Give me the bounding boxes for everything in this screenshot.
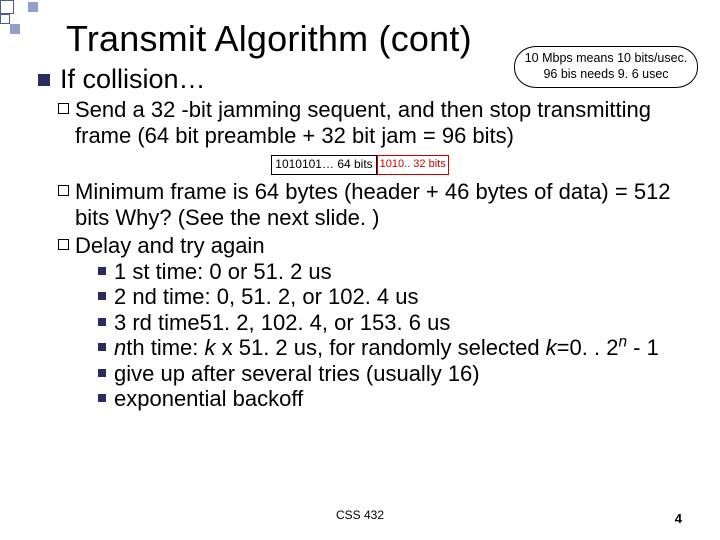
small-bullet-icon: [98, 292, 106, 300]
lead-word: Minimum: [75, 179, 164, 204]
exp-n: n: [618, 334, 627, 351]
bullet-level2-minimum: Minimum frame is 64 bytes (header + 46 b…: [58, 179, 682, 231]
small-bullet-icon: [98, 318, 106, 326]
var-n: n: [114, 335, 126, 360]
callout-line1: 10 Mbps means 10 bits/usec.: [515, 51, 697, 67]
bullet-level3: nth time: k x 51. 2 us, for randomly sel…: [98, 335, 682, 361]
open-bullet-icon: [58, 185, 69, 196]
bullet-level3: 3 rd time51. 2, 102. 4, or 153. 6 us: [98, 310, 682, 336]
small-bullet-icon: [98, 369, 106, 377]
lvl2-text: Minimum frame is 64 bytes (header + 46 b…: [75, 179, 682, 231]
open-bullet-icon: [58, 103, 69, 114]
bullet-level3: 2 nd time: 0, 51. 2, or 102. 4 us: [98, 284, 682, 310]
bullet-level3: exponential backoff: [98, 386, 682, 412]
footer-text: CSS 432: [0, 508, 720, 522]
bullet-level3: give up after several tries (usually 16): [98, 361, 682, 387]
jam-box: 1010.. 32 bits: [377, 155, 449, 175]
small-bullet-icon: [98, 394, 106, 402]
delay-2: 2 nd time: 0, 51. 2, or 102. 4 us: [114, 284, 419, 310]
delay-1: 1 st time: 0 or 51. 2 us: [114, 259, 332, 285]
delay-3: 3 rd time51. 2, 102. 4, or 153. 6 us: [114, 310, 450, 336]
lead-word: Send: [75, 97, 126, 122]
bullet-icon: [38, 74, 50, 86]
delay-4: nth time: k x 51. 2 us, for randomly sel…: [114, 335, 659, 361]
small-bullet-icon: [98, 343, 106, 351]
rest-text: a 32 -bit jamming sequent, and then stop…: [75, 97, 651, 148]
lvl2-text: Send a 32 -bit jamming sequent, and then…: [75, 97, 682, 149]
small-bullet-icon: [98, 267, 106, 275]
times: x 51. 2 us, for randomly selected: [216, 335, 546, 360]
open-bullet-icon: [58, 239, 69, 250]
rest-text: frame is 64 bytes (header + 46 bytes of …: [75, 179, 671, 230]
callout-bubble: 10 Mbps means 10 bits/usec. 96 bis needs…: [514, 46, 698, 88]
lvl2-text: Delay and try again: [75, 233, 265, 259]
callout-line2: 96 bis needs 9. 6 usec: [515, 67, 697, 83]
lvl1-text: If collision…: [60, 64, 206, 95]
delay-5: give up after several tries (usually 16): [114, 361, 480, 387]
bullet-level2-send: Send a 32 -bit jamming sequent, and then…: [58, 97, 682, 149]
frame-diagram: 1010101… 64 bits 1010.. 32 bits: [38, 155, 682, 175]
delay-6: exponential backoff: [114, 386, 303, 412]
preamble-box: 1010101… 64 bits: [271, 155, 376, 175]
mid: th time:: [126, 335, 204, 360]
slide-body: Transmit Algorithm (cont) 10 Mbps means …: [0, 0, 720, 540]
var-k2: k: [546, 335, 557, 360]
var-k: k: [205, 335, 216, 360]
range: =0. . 2: [557, 335, 619, 360]
tail: - 1: [627, 335, 659, 360]
page-number: 4: [675, 511, 682, 526]
bullet-level3: 1 st time: 0 or 51. 2 us: [98, 259, 682, 285]
bullet-level2-delay: Delay and try again: [58, 233, 682, 259]
